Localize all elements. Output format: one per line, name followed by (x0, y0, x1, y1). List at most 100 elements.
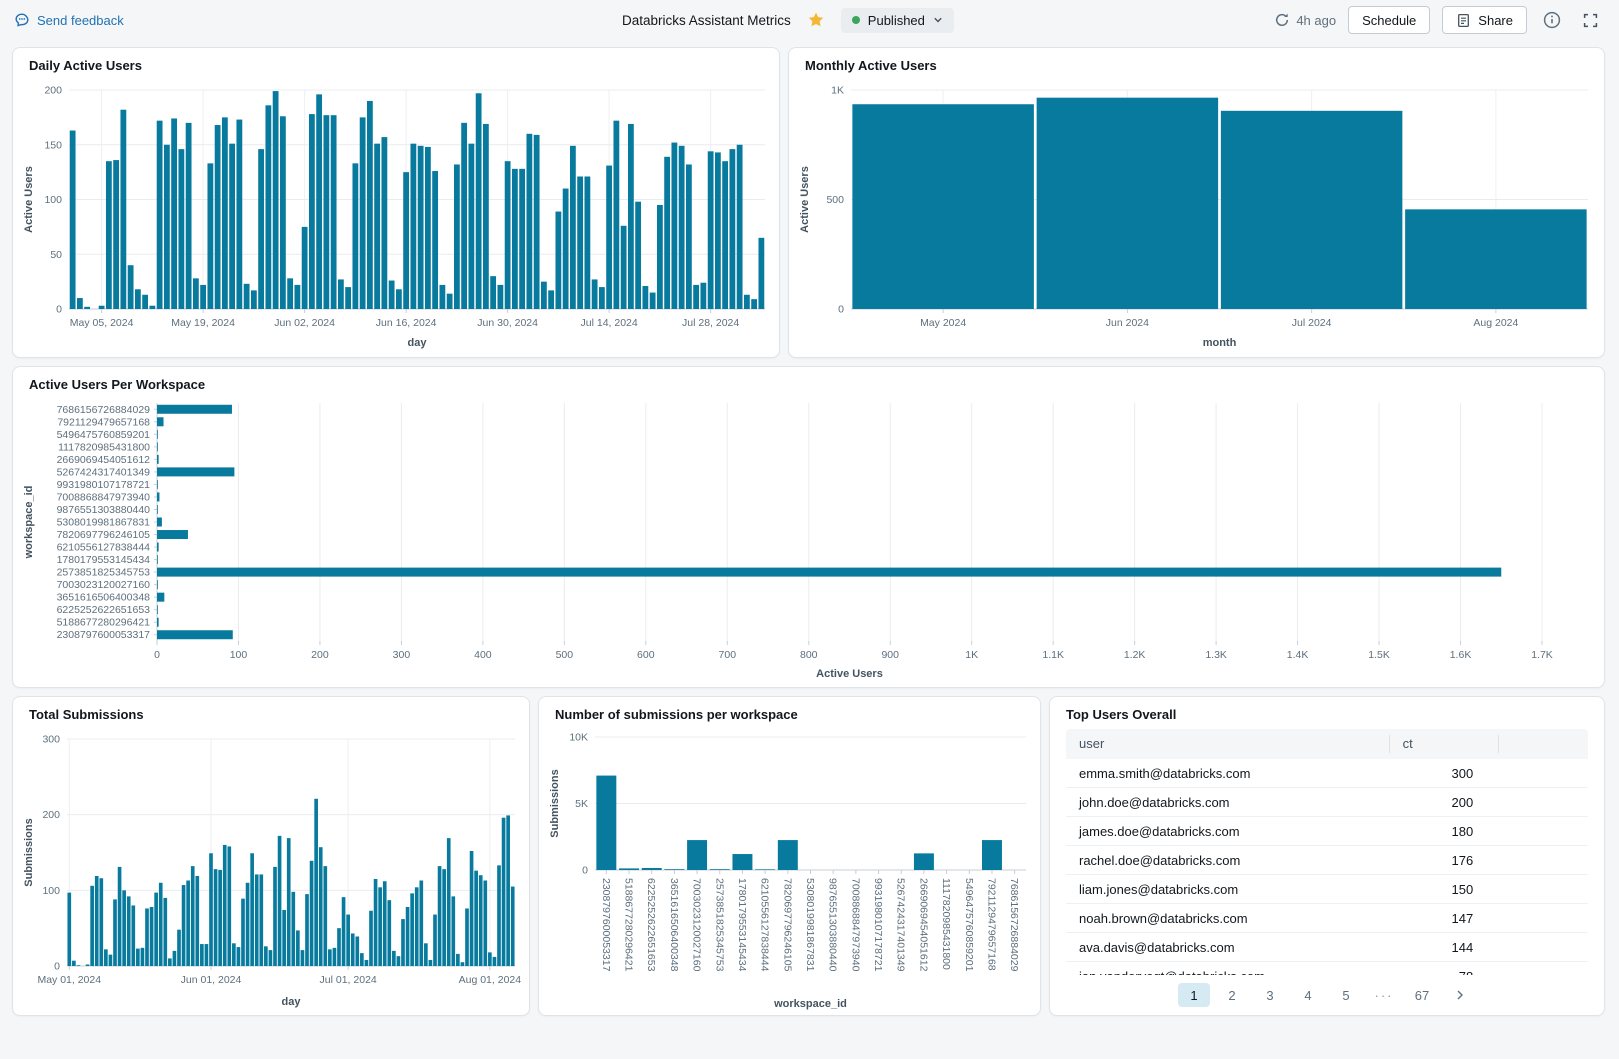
top-bar-actions: 4h ago Schedule Share (1274, 0, 1603, 40)
user-cell: rachel.doe@databricks.com (1066, 853, 1390, 868)
svg-text:1K: 1K (831, 85, 844, 97)
info-icon[interactable] (1539, 7, 1565, 33)
svg-text:2308797600053317: 2308797600053317 (57, 629, 151, 641)
dashboard-page: Send feedback Databricks Assistant Metri… (0, 0, 1619, 1059)
send-feedback-link[interactable]: Send feedback (14, 0, 124, 40)
active-users-per-workspace-card: Active Users Per Workspace 0100200300400… (12, 366, 1605, 688)
svg-text:0: 0 (154, 649, 160, 661)
svg-text:7820697796246105: 7820697796246105 (781, 878, 793, 972)
svg-text:Submissions: Submissions (549, 769, 561, 837)
daily-active-users-card: Daily Active Users May 05, 2024May 19, 2… (12, 47, 780, 358)
svg-text:6225252622651653: 6225252622651653 (645, 878, 657, 972)
last-refreshed-label: 4h ago (1296, 13, 1336, 28)
svg-text:May 19, 2024: May 19, 2024 (171, 317, 235, 329)
column-header-ct[interactable]: ct (1390, 735, 1500, 753)
svg-text:1.7K: 1.7K (1531, 649, 1553, 661)
svg-text:1.4K: 1.4K (1287, 649, 1309, 661)
share-button-label: Share (1478, 13, 1513, 28)
chart-title: Monthly Active Users (805, 58, 937, 73)
svg-text:9931980107178721: 9931980107178721 (872, 878, 884, 972)
page-title: Databricks Assistant Metrics (622, 13, 791, 28)
svg-text:7008868847973940: 7008868847973940 (57, 491, 151, 503)
page-button-3[interactable]: 3 (1254, 983, 1286, 1007)
refresh-control[interactable]: 4h ago (1274, 12, 1336, 28)
svg-text:5308019981867831: 5308019981867831 (57, 517, 151, 529)
svg-text:7686156726884029: 7686156726884029 (57, 404, 151, 416)
user-cell: john.doe@databricks.com (1066, 795, 1390, 810)
share-button[interactable]: Share (1442, 6, 1527, 34)
svg-text:7686156726884029: 7686156726884029 (1008, 878, 1020, 972)
publish-status-dropdown[interactable]: Published (841, 8, 954, 33)
page-button-2[interactable]: 2 (1216, 983, 1248, 1007)
svg-text:workspace_id: workspace_id (773, 998, 847, 1010)
top-users-overall-card: Top Users Overall userctemma.smith@datab… (1049, 696, 1605, 1016)
svg-text:Jul 2024: Jul 2024 (1292, 317, 1332, 329)
total-submissions-chart: May 01, 2024Jun 01, 2024Jul 01, 2024Aug … (21, 727, 523, 1010)
svg-text:800: 800 (800, 649, 818, 661)
svg-text:50: 50 (50, 249, 62, 261)
svg-text:10K: 10K (569, 732, 588, 744)
chart-title: Active Users Per Workspace (29, 377, 205, 392)
svg-text:600: 600 (637, 649, 655, 661)
svg-text:5267424317401349: 5267424317401349 (895, 878, 907, 972)
svg-text:2308797600053317: 2308797600053317 (600, 878, 612, 972)
svg-text:month: month (1203, 337, 1237, 349)
fullscreen-icon[interactable] (1577, 7, 1603, 33)
svg-text:5188677280296421: 5188677280296421 (57, 617, 151, 629)
svg-text:900: 900 (881, 649, 899, 661)
svg-text:5K: 5K (575, 798, 588, 810)
table-pagination: 12345···67 (1050, 983, 1604, 1007)
svg-text:2669069454051612: 2669069454051612 (57, 454, 151, 466)
top-users-table: userctemma.smith@databricks.com300john.d… (1066, 729, 1588, 975)
svg-text:3651616506400348: 3651616506400348 (668, 878, 680, 972)
ct-cell: 147 (1390, 911, 1500, 926)
svg-text:Jul 28, 2024: Jul 28, 2024 (682, 317, 739, 329)
ct-cell: 176 (1390, 853, 1500, 868)
table-header: userct (1066, 729, 1588, 759)
svg-text:May 01, 2024: May 01, 2024 (37, 974, 101, 986)
publish-status-label: Published (868, 13, 925, 28)
top-bar: Send feedback Databricks Assistant Metri… (0, 0, 1619, 40)
svg-text:Active Users: Active Users (816, 668, 883, 680)
svg-text:3651616506400348: 3651616506400348 (57, 592, 151, 604)
published-dot (852, 16, 860, 24)
svg-text:Active Users: Active Users (23, 166, 35, 233)
ct-cell: 144 (1390, 940, 1500, 955)
svg-text:9876551303880440: 9876551303880440 (57, 504, 151, 516)
svg-text:7921129479657168: 7921129479657168 (57, 416, 150, 428)
svg-text:100: 100 (44, 194, 62, 206)
page-button-5[interactable]: 5 (1330, 983, 1362, 1007)
feedback-bubble-icon (14, 12, 30, 28)
page-button-1[interactable]: 1 (1178, 983, 1210, 1007)
svg-text:May 2024: May 2024 (920, 317, 966, 329)
svg-text:7008868847973940: 7008868847973940 (849, 878, 861, 972)
svg-text:300: 300 (393, 649, 411, 661)
page-button-4[interactable]: 4 (1292, 983, 1324, 1007)
svg-text:5267424317401349: 5267424317401349 (57, 466, 151, 478)
daily-active-users-chart: May 05, 2024May 19, 2024Jun 02, 2024Jun … (21, 78, 773, 351)
svg-text:1780179553145434: 1780179553145434 (57, 554, 151, 566)
svg-text:1.2K: 1.2K (1124, 649, 1146, 661)
column-header-user[interactable]: user (1066, 735, 1390, 753)
svg-text:Aug 01, 2024: Aug 01, 2024 (459, 974, 522, 986)
chevron-down-icon (933, 15, 943, 25)
svg-text:6210556127838444: 6210556127838444 (57, 542, 151, 554)
table-row: rachel.doe@databricks.com176 (1066, 846, 1588, 875)
svg-text:300: 300 (42, 734, 60, 746)
svg-text:1780179553145434: 1780179553145434 (736, 878, 748, 972)
ct-cell: 180 (1390, 824, 1500, 839)
next-page-button[interactable] (1444, 983, 1476, 1007)
page-button-67[interactable]: 67 (1406, 983, 1438, 1007)
svg-text:Active Users: Active Users (799, 166, 811, 233)
table-row: liam.jones@databricks.com150 (1066, 875, 1588, 904)
monthly-active-users-card: Monthly Active Users May 2024Jun 2024Jul… (788, 47, 1605, 358)
svg-text:Submissions: Submissions (23, 818, 35, 886)
user-cell: liam.jones@databricks.com (1066, 882, 1390, 897)
svg-text:2573851825345753: 2573851825345753 (713, 878, 725, 972)
favorite-star-icon[interactable] (807, 11, 825, 29)
chart-title: Total Submissions (29, 707, 144, 722)
ct-cell: 200 (1390, 795, 1500, 810)
ct-cell: 78 (1390, 969, 1500, 976)
svg-text:500: 500 (826, 194, 844, 206)
schedule-button[interactable]: Schedule (1348, 6, 1430, 34)
